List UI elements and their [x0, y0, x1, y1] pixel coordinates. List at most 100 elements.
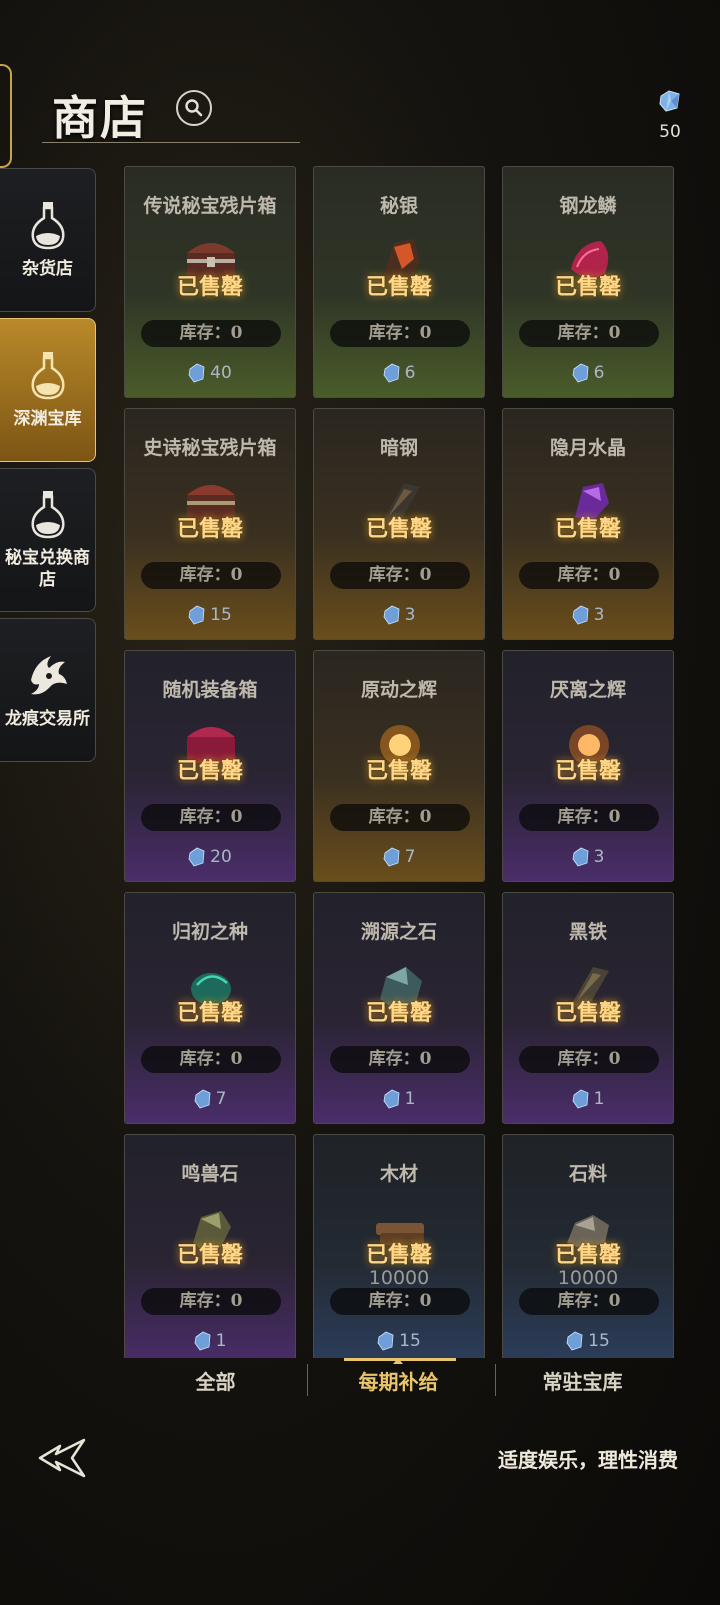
stock-indicator: 库存：0 — [330, 1046, 470, 1073]
crystal-currency-icon — [377, 1331, 394, 1351]
stock-prefix: 库存： — [179, 1049, 231, 1069]
currency-display[interactable]: 50 — [650, 88, 690, 142]
sold-out-label: 已售罄 — [176, 274, 243, 300]
shop-item-card[interactable]: 秘银 已售罄 库存：0 6 — [313, 166, 485, 398]
price-value: 3 — [593, 605, 605, 625]
crystal-currency-icon — [572, 1089, 589, 1109]
shop-item-card[interactable]: 厌离之辉 已售罄 库存：0 3 — [502, 650, 674, 882]
item-name: 木材 — [379, 1163, 418, 1185]
price-tag: 3 — [503, 605, 673, 625]
shop-item-card[interactable]: 钢龙鳞 已售罄 库存：0 6 — [502, 166, 674, 398]
item-name: 厌离之辉 — [549, 679, 626, 701]
shop-item-card[interactable]: 史诗秘宝残片箱 已售罄 库存：0 15 — [124, 408, 296, 640]
crystal-currency-icon — [194, 1331, 211, 1351]
price-value: 40 — [210, 363, 232, 383]
crystal-currency-icon — [188, 363, 205, 383]
sold-out-label: 已售罄 — [365, 516, 432, 542]
price-value: 15 — [588, 1331, 610, 1351]
price-tag: 7 — [314, 847, 484, 867]
item-name: 传说秘宝残片箱 — [143, 195, 277, 217]
shop-item-card[interactable]: 隐月水晶 已售罄 库存：0 3 — [502, 408, 674, 640]
price-value: 3 — [593, 847, 605, 867]
chevron-up-icon — [393, 1358, 403, 1364]
stock-value: 0 — [608, 807, 621, 827]
tab-all[interactable]: 全部 — [124, 1358, 307, 1410]
stock-value: 0 — [419, 323, 432, 343]
shop-item-card[interactable]: 随机装备箱 已售罄 库存：0 20 — [124, 650, 296, 882]
sold-out-label: 已售罄 — [554, 758, 621, 784]
stock-prefix: 库存： — [368, 565, 420, 585]
price-value: 7 — [215, 1089, 227, 1109]
stock-prefix: 库存： — [557, 565, 609, 585]
shop-item-card[interactable]: 暗钢 已售罄 库存：0 3 — [313, 408, 485, 640]
sidebar-item-label: 龙痕交易所 — [5, 709, 90, 729]
stock-value: 0 — [419, 807, 432, 827]
crystal-currency-icon — [572, 605, 589, 625]
price-tag: 6 — [314, 363, 484, 383]
sold-out-label: 已售罄 — [365, 1000, 432, 1026]
shop-item-card[interactable]: 鸣兽石 已售罄 库存：0 1 — [124, 1134, 296, 1358]
crystal-currency-icon — [194, 1089, 211, 1109]
sidebar: 杂货店 深渊宝库 秘宝兑换商店 龙痕交易所 — [0, 168, 98, 768]
item-name: 隐月水晶 — [549, 437, 626, 459]
stock-indicator: 库存：0 — [330, 320, 470, 347]
stock-value: 0 — [230, 1049, 243, 1069]
back-arrow-icon[interactable] — [36, 1436, 88, 1480]
shop-item-card[interactable]: 黑铁 已售罄 库存：0 1 — [502, 892, 674, 1124]
search-button[interactable] — [176, 90, 212, 126]
crystal-currency-icon — [383, 847, 400, 867]
crystal-currency-icon — [383, 605, 400, 625]
stock-indicator: 库存：0 — [519, 804, 659, 831]
sold-out-label: 已售罄 — [365, 274, 432, 300]
stock-indicator: 库存：0 — [141, 320, 281, 347]
stock-prefix: 库存： — [368, 807, 420, 827]
shop-item-card[interactable]: 石料 已售罄 10000 库存：0 15 — [502, 1134, 674, 1358]
item-quantity: 10000 — [557, 1267, 619, 1289]
stock-prefix: 库存： — [179, 323, 231, 343]
sidebar-item-general-store[interactable]: 杂货店 — [0, 168, 96, 312]
title-underline — [42, 142, 300, 143]
tab-permanent-vault[interactable]: 常驻宝库 — [491, 1358, 674, 1410]
sold-out-label: 已售罄 — [176, 1242, 243, 1268]
stock-prefix: 库存： — [557, 323, 609, 343]
item-name: 石料 — [568, 1163, 607, 1185]
tab-periodic-supply[interactable]: 每期补给 — [307, 1358, 490, 1410]
sidebar-item-treasure-exchange[interactable]: 秘宝兑换商店 — [0, 468, 96, 612]
crystal-currency-icon — [572, 363, 589, 383]
stock-prefix: 库存： — [557, 1049, 609, 1069]
price-value: 6 — [404, 363, 416, 383]
sold-out-label: 已售罄 — [554, 1242, 621, 1268]
tab-label: 常驻宝库 — [542, 1370, 623, 1394]
price-value: 3 — [404, 605, 416, 625]
price-tag: 20 — [125, 847, 295, 867]
sidebar-item-abyss-vault[interactable]: 深渊宝库 — [0, 318, 96, 462]
stock-indicator: 库存：0 — [519, 562, 659, 589]
price-value: 1 — [593, 1089, 605, 1109]
shop-item-card[interactable]: 溯源之石 已售罄 库存：0 1 — [313, 892, 485, 1124]
moderation-notice: 适度娱乐，理性消费 — [498, 1448, 678, 1472]
sidebar-item-label: 杂货店 — [22, 259, 73, 279]
price-value: 1 — [404, 1089, 416, 1109]
price-value: 7 — [404, 847, 416, 867]
stock-indicator: 库存：0 — [330, 804, 470, 831]
stock-value: 0 — [608, 1291, 621, 1311]
shop-item-card[interactable]: 木材 已售罄 10000 库存：0 15 — [313, 1134, 485, 1358]
sold-out-label: 已售罄 — [554, 1000, 621, 1026]
item-name: 随机装备箱 — [162, 679, 258, 701]
stock-prefix: 库存： — [557, 807, 609, 827]
stock-prefix: 库存： — [368, 1291, 420, 1311]
shop-item-card[interactable]: 传说秘宝残片箱 已售罄 库存：0 40 — [124, 166, 296, 398]
tab-label: 每期补给 — [358, 1370, 439, 1394]
tab-label: 全部 — [195, 1370, 236, 1394]
shop-item-card[interactable]: 归初之种 已售罄 库存：0 7 — [124, 892, 296, 1124]
crystal-currency-icon — [383, 363, 400, 383]
price-tag: 15 — [125, 605, 295, 625]
shop-item-card[interactable]: 原动之辉 已售罄 库存：0 7 — [313, 650, 485, 882]
price-tag: 6 — [503, 363, 673, 383]
sold-out-label: 已售罄 — [554, 274, 621, 300]
stock-indicator: 库存：0 — [141, 1288, 281, 1315]
sidebar-item-dragon-exchange[interactable]: 龙痕交易所 — [0, 618, 96, 762]
item-name: 钢龙鳞 — [559, 195, 617, 217]
price-tag: 3 — [503, 847, 673, 867]
price-tag: 3 — [314, 605, 484, 625]
